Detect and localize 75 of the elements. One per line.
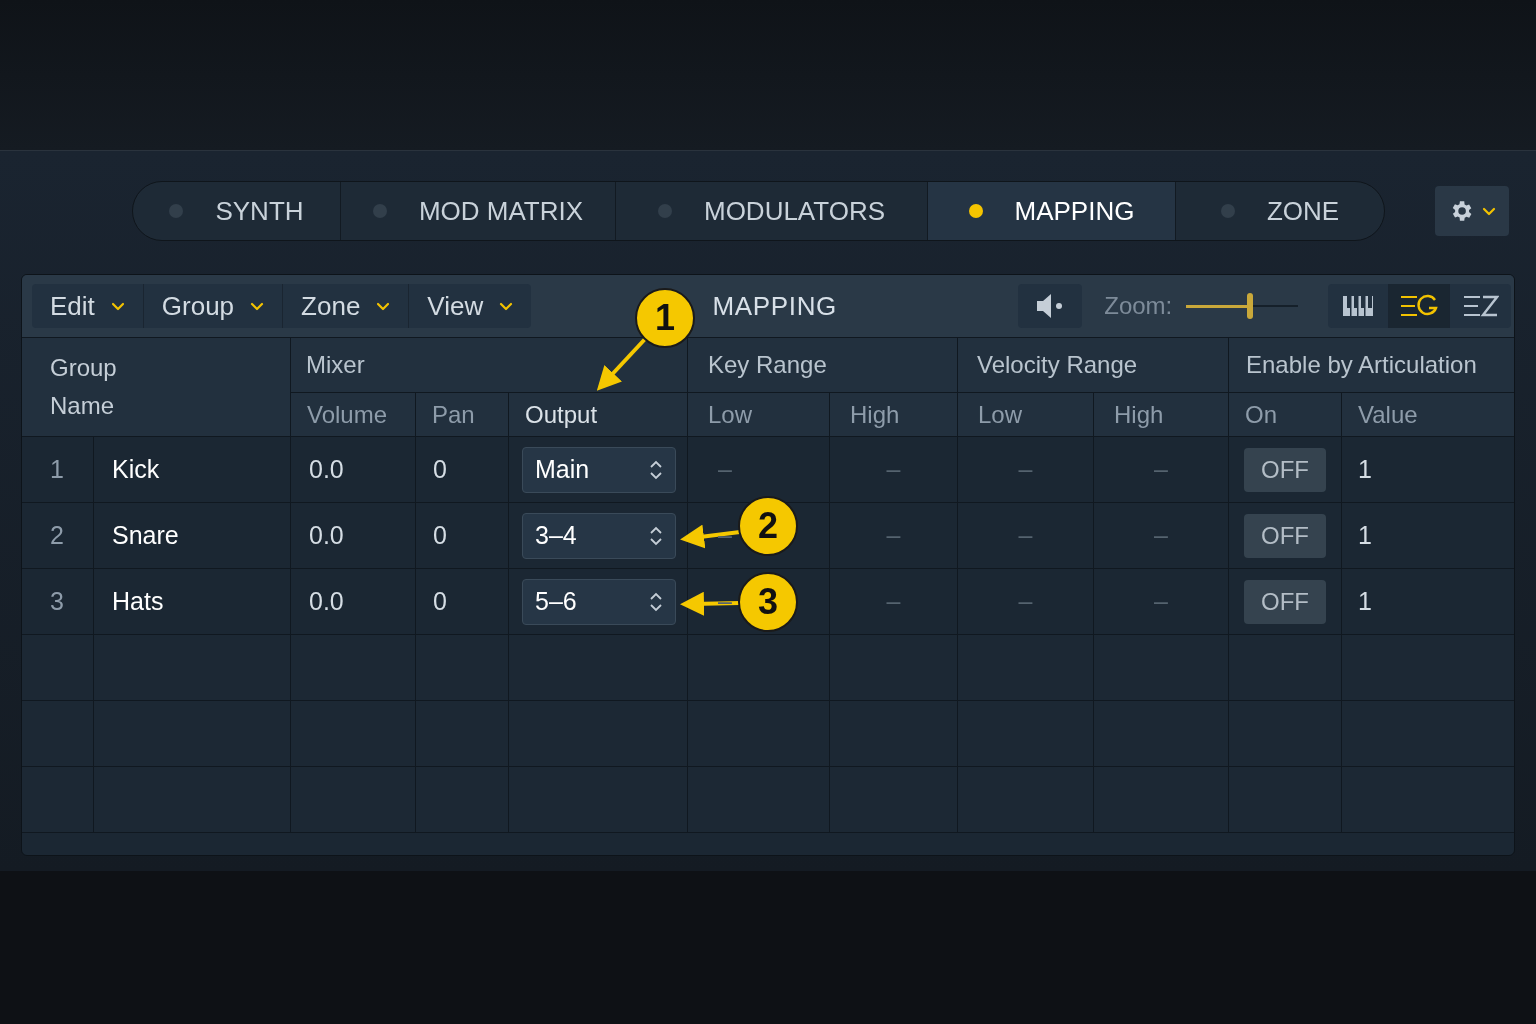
zoom-label: Zoom:	[1104, 291, 1173, 321]
empty-value: –	[886, 585, 901, 617]
table-cell-text: 0.0	[309, 453, 344, 485]
chevron-down-icon	[376, 301, 391, 311]
tab[interactable]: ZONE	[1176, 182, 1384, 240]
row-number: 2	[50, 519, 64, 551]
empty-value: –	[1018, 519, 1033, 551]
column-header: Volume	[307, 399, 388, 430]
output-select[interactable]: Main	[522, 446, 676, 493]
table-cell-text: Kick	[112, 453, 160, 485]
row-number: 1	[50, 453, 64, 485]
tab[interactable]: SYNTH	[133, 182, 341, 240]
menu-button[interactable]: Edit	[32, 284, 144, 328]
up-down-chevron-icon	[649, 590, 663, 613]
tab[interactable]: MOD MATRIX	[341, 182, 616, 240]
table-cell-text: 0	[433, 585, 447, 617]
column-header: Pan	[432, 399, 475, 430]
column-header: High	[850, 399, 900, 430]
column-header: Velocity Range	[977, 350, 1138, 380]
column-header: Output	[525, 399, 598, 430]
table-cell-text: 0.0	[309, 519, 344, 551]
callout-arrow	[680, 591, 741, 616]
output-select[interactable]: 3–4	[522, 512, 676, 559]
up-down-chevron-icon	[649, 524, 663, 547]
menu-button[interactable]: Zone	[283, 284, 410, 328]
menu-button[interactable]: Group	[143, 284, 284, 328]
table-cell-text: 0.0	[309, 585, 344, 617]
empty-value: –	[1154, 585, 1168, 617]
table-cell-text: 0	[433, 453, 447, 485]
tab[interactable]: MAPPING	[928, 182, 1176, 240]
column-header: Key Range	[708, 350, 827, 380]
lines-letter-z-icon	[1462, 294, 1499, 318]
empty-value: –	[886, 453, 901, 485]
menu-button[interactable]: View	[409, 284, 532, 328]
table-cell-text: Snare	[112, 519, 179, 551]
column-header: Low	[978, 399, 1023, 430]
column-header: Mixer	[306, 350, 365, 380]
chevron-down-icon	[1482, 206, 1496, 216]
table-cell-text: Hats	[112, 585, 164, 617]
table-cell-text: 1	[1358, 453, 1372, 485]
piano-keys-icon	[1342, 295, 1375, 317]
lines-letter-g-icon	[1400, 294, 1439, 318]
column-header: Enable by Articulation	[1246, 350, 1477, 380]
zoom-slider[interactable]	[1186, 293, 1299, 319]
row-number: 3	[50, 585, 64, 617]
column-header: High	[1114, 399, 1164, 430]
toggle-button[interactable]: OFF	[1244, 579, 1326, 624]
column-header: Group Name	[50, 353, 118, 421]
chevron-down-icon	[499, 301, 514, 311]
panel-title: MAPPING	[712, 289, 837, 323]
table-cell-text: 1	[1358, 585, 1372, 617]
column-header: Low	[708, 399, 753, 430]
empty-value: –	[1154, 453, 1168, 485]
empty-value: –	[718, 585, 732, 617]
view-toggle[interactable]	[1389, 284, 1451, 328]
empty-value: –	[886, 519, 901, 551]
settings-button[interactable]	[1435, 186, 1509, 236]
toggle-button[interactable]: OFF	[1244, 513, 1326, 558]
empty-value: –	[718, 453, 732, 485]
chevron-down-icon	[250, 301, 265, 311]
column-header: On	[1245, 399, 1277, 430]
toggle-button[interactable]: OFF	[1244, 447, 1326, 492]
empty-value: –	[718, 519, 732, 551]
empty-value: –	[1154, 519, 1168, 551]
empty-value: –	[1018, 453, 1033, 485]
column-header: Value	[1358, 399, 1418, 430]
callout-arrow	[596, 336, 648, 391]
table-cell-text: 1	[1358, 519, 1372, 551]
output-select[interactable]: 5–6	[522, 578, 676, 625]
speaker-button[interactable]	[1018, 284, 1083, 328]
table-cell-text: 0	[433, 519, 447, 551]
chevron-down-icon	[110, 301, 125, 311]
up-down-chevron-icon	[649, 458, 663, 481]
callout-arrow	[680, 524, 741, 549]
empty-value: –	[1018, 585, 1033, 617]
